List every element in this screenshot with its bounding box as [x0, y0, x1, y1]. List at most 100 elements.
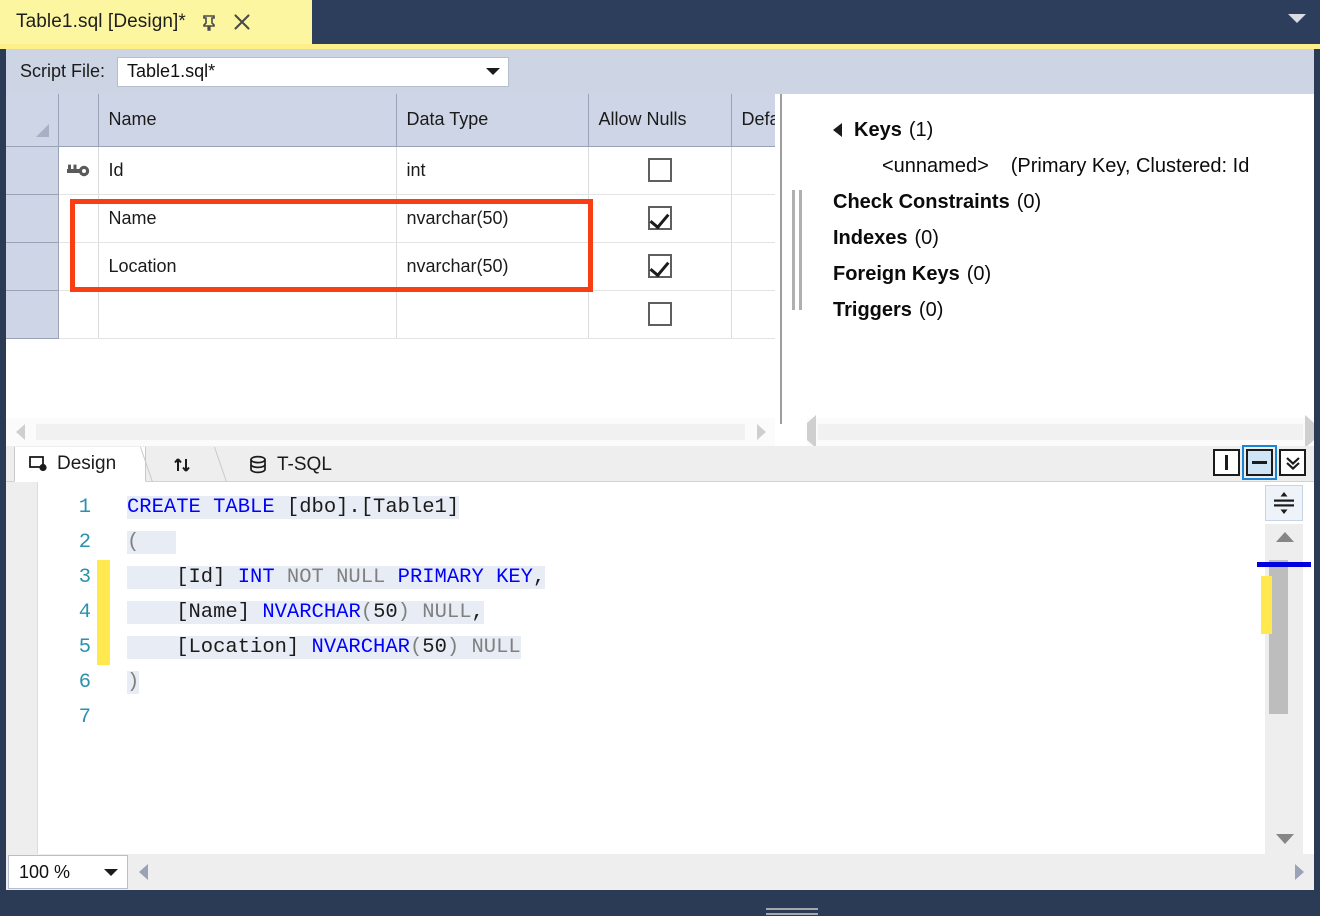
- line-text[interactable]: [Id] INT NOT NULL PRIMARY KEY,: [127, 566, 545, 589]
- line-text[interactable]: [Location] NVARCHAR(50) NULL: [127, 636, 521, 659]
- caret-position-marker: [1257, 562, 1311, 567]
- code-line[interactable]: 1 CREATE TABLE [dbo].[Table1]: [39, 490, 1257, 525]
- row-selector[interactable]: [6, 290, 58, 338]
- chevron-down-icon[interactable]: [1288, 14, 1306, 23]
- cell-column-name[interactable]: Name: [98, 194, 396, 242]
- grid-header-default[interactable]: Defa: [731, 94, 775, 146]
- splitter-grip-line: [792, 190, 795, 310]
- tree-node-foreign-keys[interactable]: Foreign Keys (0): [807, 256, 1314, 292]
- tab-label: T-SQL: [277, 454, 332, 476]
- change-bar: [97, 525, 110, 560]
- document-tab-table1[interactable]: Table1.sql [Design]*: [0, 0, 312, 44]
- double-chevron-down-icon[interactable]: [1279, 449, 1306, 476]
- editor-vertical-scrollbar[interactable]: [1257, 482, 1314, 854]
- editor-horizontal-scrollbar[interactable]: [128, 855, 1314, 889]
- pin-icon[interactable]: [200, 13, 218, 31]
- line-text[interactable]: [Name] NVARCHAR(50) NULL,: [127, 601, 484, 624]
- split-vertical-icon[interactable]: [1213, 449, 1240, 476]
- code-line[interactable]: 6 ): [39, 665, 1257, 700]
- code-line[interactable]: 4 [Name] NVARCHAR(50) NULL,: [39, 595, 1257, 630]
- row-selector[interactable]: [6, 194, 58, 242]
- cell-allow-nulls[interactable]: [588, 146, 731, 194]
- keys-hscroll-thumb[interactable]: [818, 424, 1303, 440]
- cell-allow-nulls[interactable]: [588, 194, 731, 242]
- row-key-cell: [58, 146, 98, 194]
- tree-node-triggers[interactable]: Triggers (0): [807, 292, 1314, 328]
- row-key-cell: [58, 242, 98, 290]
- allow-nulls-checkbox[interactable]: [648, 206, 672, 230]
- grid-header-allownulls[interactable]: Allow Nulls: [588, 94, 731, 146]
- split-pane-icon[interactable]: [1265, 485, 1303, 521]
- tab-label: Design: [57, 453, 116, 475]
- tree-node-check-constraints[interactable]: Check Constraints (0): [807, 184, 1314, 220]
- script-file-select[interactable]: Table1.sql*: [117, 57, 509, 87]
- grid-corner-header[interactable]: [6, 94, 58, 146]
- cell-default[interactable]: [731, 146, 775, 194]
- editor-hscroll-thumb[interactable]: [158, 863, 1284, 881]
- table-row[interactable]: [6, 290, 775, 338]
- row-selector[interactable]: [6, 146, 58, 194]
- change-bar: [97, 665, 110, 700]
- cell-data-type[interactable]: int: [396, 146, 588, 194]
- line-text[interactable]: (: [127, 531, 176, 554]
- code-line[interactable]: 3 [Id] INT NOT NULL PRIMARY KEY,: [39, 560, 1257, 595]
- scroll-left-icon[interactable]: [6, 418, 34, 446]
- grid-header-name[interactable]: Name: [98, 94, 396, 146]
- scroll-left-icon[interactable]: [128, 855, 158, 889]
- grid-hscroll-thumb[interactable]: [36, 424, 745, 440]
- zoom-level-value: 100 %: [19, 862, 70, 883]
- line-text[interactable]: ): [127, 671, 139, 694]
- tree-node-unnamed-key[interactable]: <unnamed> (Primary Key, Clustered: Id: [807, 148, 1314, 184]
- table-row[interactable]: Location nvarchar(50): [6, 242, 775, 290]
- grip-line: [766, 908, 818, 910]
- code-line[interactable]: 7: [39, 700, 1257, 735]
- split-horizontal-icon[interactable]: [1246, 449, 1273, 476]
- cell-data-type[interactable]: [396, 290, 588, 338]
- cell-default[interactable]: [731, 194, 775, 242]
- cell-default[interactable]: [731, 242, 775, 290]
- scrollbar-track[interactable]: [1265, 524, 1303, 854]
- cell-data-type[interactable]: nvarchar(50): [396, 194, 588, 242]
- cell-allow-nulls[interactable]: [588, 290, 731, 338]
- code-content[interactable]: 1 CREATE TABLE [dbo].[Table1] 2 ( 3 [Id]…: [39, 482, 1257, 854]
- table-row[interactable]: Name nvarchar(50): [6, 194, 775, 242]
- grid-header-datatype[interactable]: Data Type: [396, 94, 588, 146]
- cell-column-name[interactable]: Location: [98, 242, 396, 290]
- script-file-value: Table1.sql*: [127, 61, 215, 82]
- grid-horizontal-scrollbar[interactable]: [6, 418, 775, 446]
- scroll-up-icon[interactable]: [1276, 532, 1294, 542]
- scroll-right-icon[interactable]: [1305, 423, 1314, 441]
- horizontal-splitter-grip[interactable]: [766, 908, 818, 916]
- allow-nulls-checkbox[interactable]: [648, 302, 672, 326]
- line-number: 1: [39, 496, 97, 519]
- scroll-down-icon[interactable]: [1276, 834, 1294, 844]
- tab-sort[interactable]: [158, 447, 220, 482]
- allow-nulls-checkbox[interactable]: [648, 254, 672, 278]
- grid-header-keycol[interactable]: [58, 94, 98, 146]
- tab-tsql[interactable]: T-SQL: [234, 447, 360, 482]
- document-tab-title: Table1.sql [Design]*: [16, 11, 186, 33]
- scroll-right-icon[interactable]: [747, 418, 775, 446]
- code-line[interactable]: 2 (: [39, 525, 1257, 560]
- cell-column-name[interactable]: [98, 290, 396, 338]
- table-row[interactable]: Id int: [6, 146, 775, 194]
- pane-vertical-splitter[interactable]: [775, 94, 807, 446]
- close-icon[interactable]: [232, 12, 252, 32]
- zoom-level-select[interactable]: 100 %: [8, 855, 128, 889]
- row-selector[interactable]: [6, 242, 58, 290]
- tree-node-indexes[interactable]: Indexes (0): [807, 220, 1314, 256]
- keys-horizontal-scrollbar[interactable]: [807, 418, 1314, 446]
- scroll-right-icon[interactable]: [1284, 855, 1314, 889]
- cell-allow-nulls[interactable]: [588, 242, 731, 290]
- tab-design[interactable]: Design: [14, 447, 146, 482]
- triangle-expanded-icon[interactable]: [833, 123, 842, 137]
- scroll-left-icon[interactable]: [807, 423, 816, 441]
- tsql-code-editor[interactable]: 1 CREATE TABLE [dbo].[Table1] 2 ( 3 [Id]…: [6, 482, 1314, 854]
- allow-nulls-checkbox[interactable]: [648, 158, 672, 182]
- line-text[interactable]: CREATE TABLE [dbo].[Table1]: [127, 496, 459, 519]
- cell-column-name[interactable]: Id: [98, 146, 396, 194]
- cell-default[interactable]: [731, 290, 775, 338]
- cell-data-type[interactable]: nvarchar(50): [396, 242, 588, 290]
- code-line[interactable]: 5 [Location] NVARCHAR(50) NULL: [39, 630, 1257, 665]
- tree-node-keys[interactable]: Keys (1): [807, 112, 1314, 148]
